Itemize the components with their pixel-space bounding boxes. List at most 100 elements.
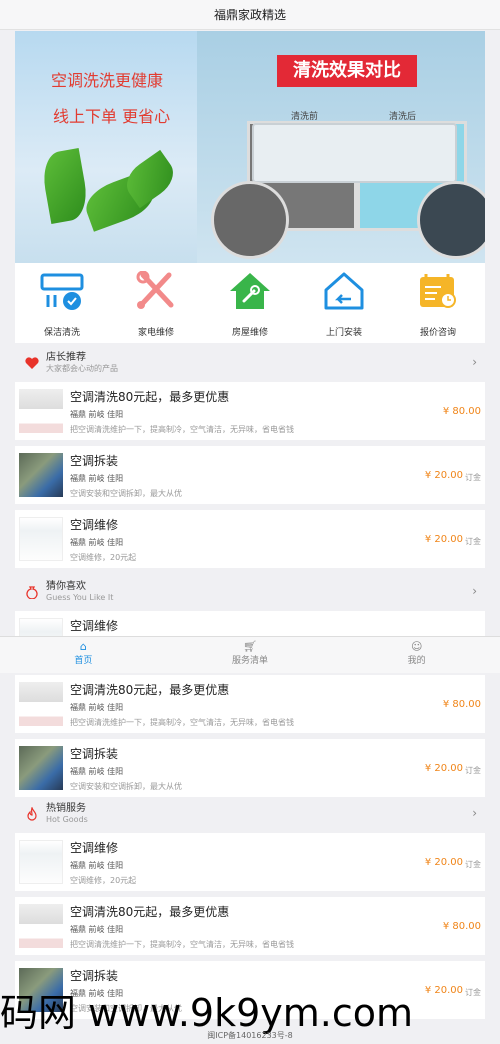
product-price: ¥ 80.00 — [442, 921, 481, 932]
category-label: 报价咨询 — [419, 328, 456, 338]
cart-icon: 🛒︎ — [243, 640, 257, 653]
product-title: 空调清洗80元起，最多更优惠 — [70, 390, 230, 404]
product-image — [19, 904, 63, 948]
ac-unit-image — [252, 123, 457, 183]
product-card-wash[interactable]: 空调清洗80元起，最多更优惠 福鼎 前岐 佳阳 把空调清洗维护一下，提高制冷，空… — [15, 897, 485, 955]
icp-footer[interactable]: 闽ICP备14016233号-8 — [0, 1030, 500, 1041]
category-cleaning[interactable]: 保洁清洗 — [15, 263, 109, 343]
product-desc: 空调安装和空调拆卸，最大从优 — [70, 489, 182, 498]
after-label: 清洗后 — [389, 112, 417, 122]
product-price: ¥ 20.00 — [424, 470, 463, 481]
flame-icon — [27, 807, 37, 821]
product-card-repair[interactable]: 空调维修 福鼎 前岐 佳阳 空调维修，20元起 ¥ 20.00 订金 — [15, 833, 485, 891]
tab-mine[interactable]: ☺ 我的 — [333, 637, 500, 673]
product-location: 福鼎 前岐 佳阳 — [70, 925, 124, 934]
product-title: 空调清洗80元起，最多更优惠 — [70, 905, 230, 919]
product-desc: 空调维修，20元起 — [70, 876, 137, 885]
product-location: 福鼎 前岐 佳阳 — [70, 538, 124, 547]
product-location: 福鼎 前岐 佳阳 — [70, 474, 124, 483]
section-title: 热销服务 — [46, 803, 86, 814]
product-desc: 把空调清洗维护一下，提高制冷，空气清洁，无异味，省电省钱 — [70, 425, 294, 434]
banner-tag: 清洗效果对比 — [277, 55, 417, 87]
section-subtitle: Hot Goods — [46, 815, 88, 824]
product-card-wash[interactable]: 空调清洗80元起，最多更优惠 福鼎 前岐 佳阳 把空调清洗维护一下，提高制冷，空… — [15, 675, 485, 733]
promo-banner[interactable]: 空调洗洗更健康 线上下单 更省心 清洗效果对比 清洗前 清洗后 — [15, 31, 485, 263]
bottom-tab-bar: ⌂ 首页 🛒︎ 服务清单 ☺ 我的 — [0, 636, 500, 673]
leaf-icon — [39, 148, 91, 224]
product-card-repair[interactable]: 空调维修 — [15, 611, 485, 636]
product-price: ¥ 20.00 — [424, 763, 463, 774]
product-title: 空调维修 — [70, 619, 119, 633]
chevron-right-icon: › — [472, 584, 477, 598]
section-hot[interactable]: 热销服务 Hot Goods › — [15, 799, 485, 829]
heart-icon — [25, 357, 39, 369]
category-nav: 保洁清洗 家电维修 房屋维修 上门安装 报价咨询 — [15, 263, 485, 343]
product-desc: 空调安装和空调拆卸，最大从优 — [70, 782, 182, 791]
clean-closeup-image — [417, 181, 485, 259]
watermark-text: 码网 www.9k9ym.com — [0, 991, 414, 1035]
price-unit: 订金 — [465, 473, 481, 482]
product-desc: 空调维修，20元起 — [70, 553, 137, 562]
product-title: 空调拆装 — [70, 454, 119, 468]
product-location: 福鼎 前岐 佳阳 — [70, 410, 124, 419]
section-recommend[interactable]: 店长推荐 大家都会心动的产品 › — [15, 348, 485, 378]
category-label: 家电维修 — [137, 328, 174, 338]
tools-icon — [136, 270, 174, 309]
page-title: 福鼎家政精选 — [213, 8, 286, 22]
product-image — [19, 453, 63, 497]
category-quote[interactable]: 报价咨询 — [391, 263, 485, 343]
product-card-wash[interactable]: 空调清洗80元起，最多更优惠 福鼎 前岐 佳阳 把空调清洗维护一下，提高制冷，空… — [15, 382, 485, 440]
product-image — [19, 618, 63, 636]
tab-label: 首页 — [74, 656, 93, 666]
tab-home[interactable]: ⌂ 首页 — [0, 637, 167, 673]
price-unit: 订金 — [465, 766, 481, 775]
section-guess[interactable]: 猜你喜欢 Guess You Like It › — [15, 577, 485, 607]
banner-slogan-2: 线上下单 更省心 — [53, 107, 171, 126]
product-card-install[interactable]: 空调拆装 福鼎 前岐 佳阳 空调安装和空调拆卸，最大从优 ¥ 20.00 订金 — [15, 739, 485, 797]
category-appliance-repair[interactable]: 家电维修 — [109, 263, 203, 343]
section-title: 猜你喜欢 — [46, 581, 86, 592]
before-label: 清洗前 — [291, 112, 319, 122]
price-unit: 订金 — [465, 537, 481, 546]
tab-service-list[interactable]: 🛒︎ 服务清单 — [167, 637, 334, 673]
section-title: 店长推荐 — [46, 352, 86, 363]
product-desc: 把空调清洗维护一下，提高制冷，空气清洁，无异味，省电省钱 — [70, 940, 294, 949]
banner-slogan-1: 空调洗洗更健康 — [51, 71, 164, 90]
product-location: 福鼎 前岐 佳阳 — [70, 861, 124, 870]
tab-label: 我的 — [407, 656, 426, 666]
product-image — [19, 746, 63, 790]
product-image — [19, 840, 63, 884]
user-icon: ☺ — [410, 640, 423, 653]
product-image — [19, 389, 63, 433]
category-house-repair[interactable]: 房屋维修 — [203, 263, 297, 343]
section-subtitle: Guess You Like It — [46, 593, 114, 602]
product-price: ¥ 20.00 — [424, 857, 463, 868]
product-price: ¥ 80.00 — [442, 406, 481, 417]
page-title-bar: 福鼎家政精选 — [0, 0, 500, 30]
product-card-repair[interactable]: 空调维修 福鼎 前岐 佳阳 空调维修，20元起 ¥ 20.00 订金 — [15, 510, 485, 568]
product-price: ¥ 20.00 — [424, 534, 463, 545]
house-wrench-icon — [230, 273, 270, 309]
product-title: 空调拆装 — [70, 747, 119, 761]
tab-label: 服务清单 — [232, 656, 269, 666]
chevron-right-icon: › — [472, 355, 477, 369]
product-title: 空调清洗80元起，最多更优惠 — [70, 683, 230, 697]
product-desc: 把空调清洗维护一下，提高制冷，空气清洁，无异味，省电省钱 — [70, 718, 294, 727]
product-location: 福鼎 前岐 佳阳 — [70, 703, 124, 712]
product-location: 福鼎 前岐 佳阳 — [70, 767, 124, 776]
ac-cleaning-icon — [40, 273, 84, 310]
category-home-install[interactable]: 上门安装 — [297, 263, 391, 343]
product-title: 空调维修 — [70, 841, 119, 855]
product-card-install[interactable]: 空调拆装 福鼎 前岐 佳阳 空调安装和空调拆卸，最大从优 ¥ 20.00 订金 — [15, 446, 485, 504]
product-title: 空调维修 — [70, 518, 119, 532]
price-unit: 订金 — [465, 860, 481, 869]
home-icon: ⌂ — [79, 640, 87, 653]
category-label: 保洁清洗 — [43, 328, 80, 338]
calendar-clock-icon — [420, 274, 456, 308]
chevron-right-icon: › — [472, 806, 477, 820]
money-bag-icon — [26, 586, 38, 599]
home-return-icon — [324, 272, 364, 310]
product-price: ¥ 80.00 — [442, 699, 481, 710]
dirty-closeup-image — [211, 181, 289, 259]
section-subtitle: 大家都会心动的产品 — [46, 364, 118, 373]
